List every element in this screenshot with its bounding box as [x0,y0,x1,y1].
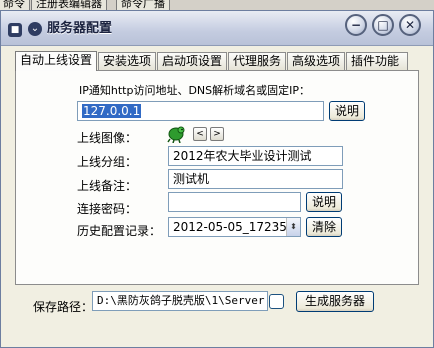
ip-help-button[interactable]: 说明 [329,101,365,121]
online-image-icon [167,125,187,144]
tab-auto-online[interactable]: 自动上线设置 [15,51,97,71]
group-label: 上线分组： [77,155,138,169]
tab-plugins[interactable]: 插件功能 [346,52,408,70]
chevron-down-icon[interactable]: ⬍ [286,218,300,236]
history-select[interactable]: 2012-05-05_172358 ⬍ [168,217,301,237]
window-menu-icon[interactable]: ■ [8,23,22,37]
save-path-input[interactable]: D:\黑防灰鸽子脱壳版\1\Server. [92,291,268,311]
password-input[interactable] [168,192,301,212]
note-input[interactable]: 测试机 [168,169,343,189]
tab-install-options[interactable]: 安装选项 [98,52,156,70]
password-label: 连接密码： [77,202,138,216]
chevron-down-icon[interactable]: ⌄ [28,22,42,36]
window-title: 服务器配置 [47,21,113,36]
tab-proxy-service[interactable]: 代理服务 [228,52,286,70]
note-label: 上线备注： [77,179,138,193]
ip-value: 127.0.0.1 [82,104,142,118]
close-button[interactable]: ✕ [399,14,421,36]
tab-startup-settings[interactable]: 启动项设置 [157,52,227,70]
password-help-button[interactable]: 说明 [306,192,342,212]
save-path-label: 保存路径： [33,300,94,314]
server-config-window: ■ ⌄ 服务器配置 − □ ✕ 自动上线设置 安装选项 启动项设置 代理服务 高… [0,10,434,348]
group-input[interactable]: 2012年农大毕业设计测试 [168,146,343,166]
history-clear-button[interactable]: 清除 [306,217,342,237]
image-prev-button[interactable]: < [193,127,207,141]
generate-server-button[interactable]: 生成服务器 [296,291,374,312]
maximize-button[interactable]: □ [372,14,394,36]
image-next-button[interactable]: > [210,127,224,141]
tab-advanced-options[interactable]: 高级选项 [287,52,345,70]
ip-input[interactable]: 127.0.0.1 [77,101,324,121]
image-label: 上线图像： [77,131,138,145]
history-label: 历史配置记录： [77,224,162,238]
browse-checkbox[interactable] [269,294,284,309]
history-value: 2012-05-05_172358 [173,220,295,234]
title-bar[interactable]: ■ ⌄ 服务器配置 − □ ✕ [1,11,433,46]
minimize-button[interactable]: − [345,14,367,36]
ip-caption: IP通知http访问地址、DNS解析域名或固定IP： [79,84,311,97]
